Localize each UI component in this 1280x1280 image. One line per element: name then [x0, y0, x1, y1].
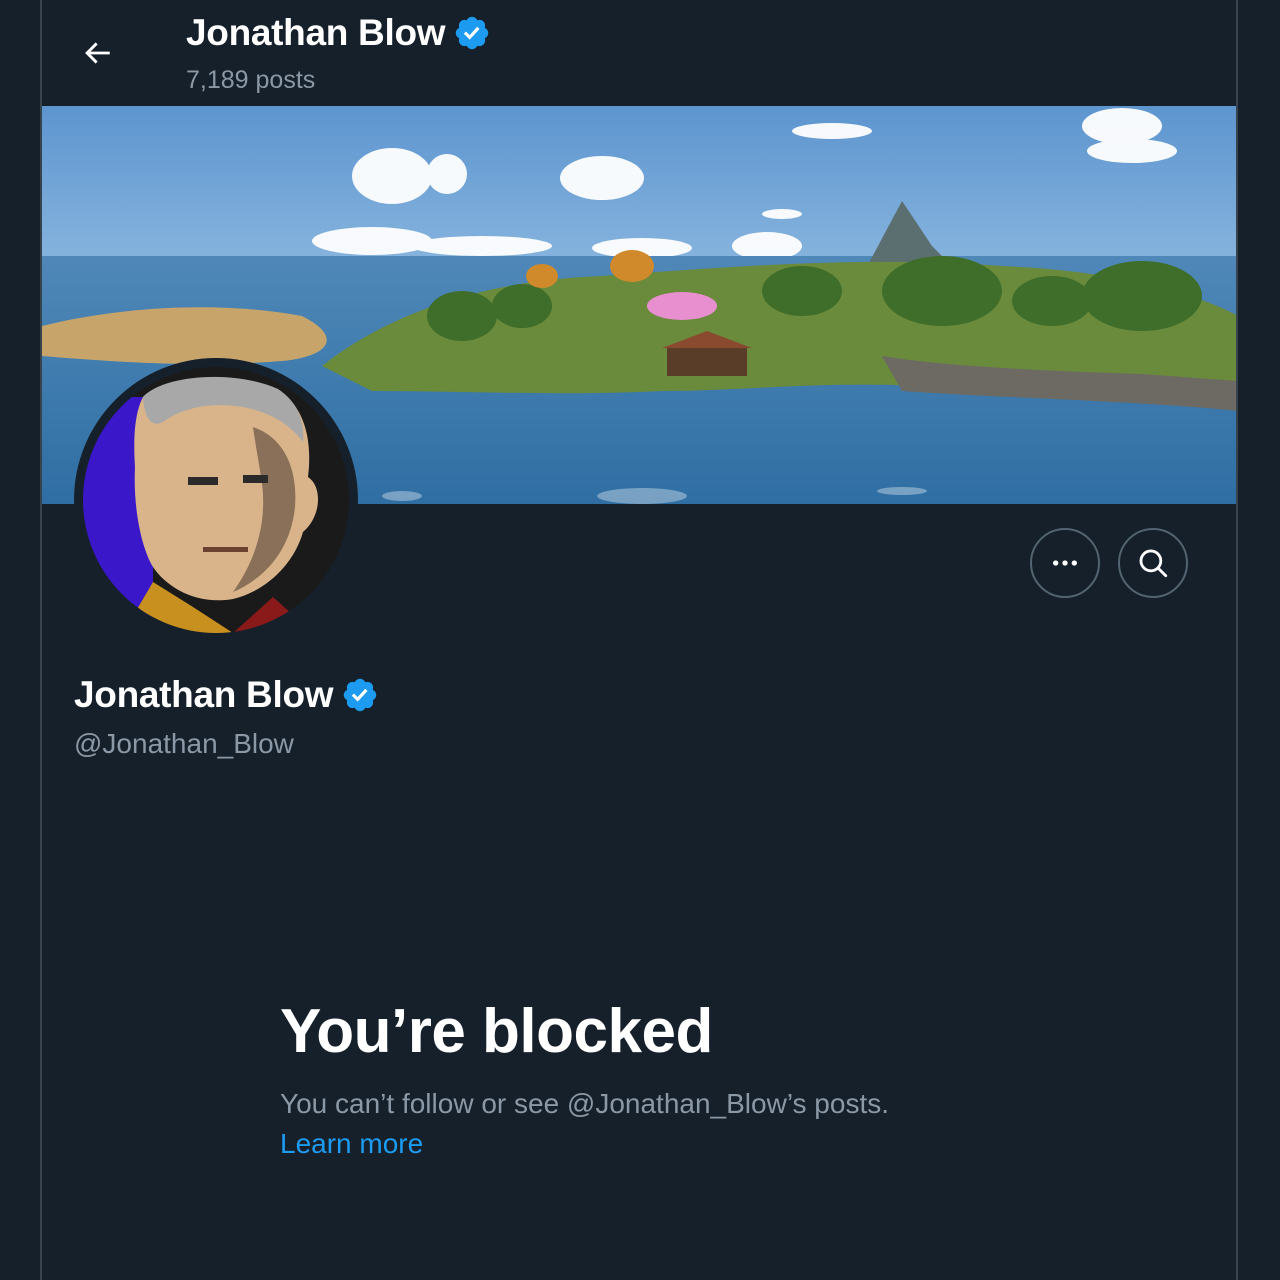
search-icon [1139, 549, 1168, 578]
profile-column: Jonathan Blow 7,189 posts Jonathan Blow … [40, 0, 1238, 1280]
header-display-name: Jonathan Blow [186, 12, 446, 53]
profile-header-bar: Jonathan Blow 7,189 posts [42, 0, 1236, 106]
blocked-title: You’re blocked [280, 997, 713, 1066]
more-horizontal-icon [1053, 560, 1077, 566]
arrow-left-icon [85, 42, 110, 64]
profile-handle: @Jonathan_Blow [74, 728, 294, 759]
verified-badge-icon[interactable] [341, 676, 379, 714]
header-posts-count: 7,189 posts [186, 66, 316, 94]
verified-badge-icon [456, 16, 489, 50]
header-title: Jonathan Blow [186, 12, 491, 54]
learn-more-link[interactable]: Learn more [280, 1128, 423, 1160]
blocked-message: You can’t follow or see @Jonathan_Blow’s… [280, 1088, 890, 1119]
profile-avatar[interactable] [74, 358, 358, 642]
profile-name-row: Jonathan Blow [74, 674, 379, 716]
search-profile-button[interactable] [1118, 528, 1188, 598]
more-button[interactable] [1030, 528, 1100, 598]
back-button[interactable] [66, 22, 128, 84]
avatar-image [83, 367, 349, 633]
profile-display-name: Jonathan Blow [74, 674, 334, 715]
